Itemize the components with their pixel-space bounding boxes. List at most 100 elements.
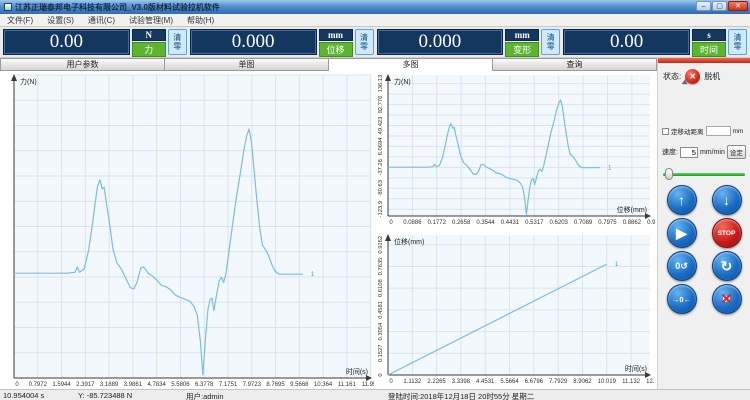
fixed-distance-checkbox[interactable]	[662, 128, 669, 135]
display-row: 0.00 N 力 清零 0.000 mm 位移 清零 0.000 mm 变形 清…	[0, 27, 750, 58]
menu-help[interactable]: 帮助(H)	[180, 15, 221, 26]
speed-input[interactable]	[680, 147, 698, 158]
svg-text:0: 0	[389, 220, 393, 226]
maximize-button[interactable]: ▢	[712, 1, 727, 11]
svg-text:2.3917: 2.3917	[76, 382, 95, 388]
svg-text:92.776: 92.776	[378, 96, 384, 114]
svg-text:-80.63: -80.63	[378, 180, 384, 196]
force-displacement-chart: 00.08860.17720.26580.35440.44310.53170.6…	[374, 71, 655, 229]
jog-up-button[interactable]: ↑	[667, 185, 697, 215]
slider-track	[663, 173, 745, 176]
app-window: 江苏正瑞泰邦电子科技有限公司_V3.0版材料试验拉机软件 – ▢ ✕ 文件(F)…	[0, 0, 750, 400]
run-button[interactable]: ▶	[667, 218, 697, 248]
menu-test-management[interactable]: 试验管理(M)	[122, 15, 180, 26]
time-clear-button[interactable]: 清零	[728, 29, 747, 55]
svg-text:49.423: 49.423	[378, 117, 384, 135]
svg-text:136.13: 136.13	[378, 75, 384, 93]
svg-text:10.364: 10.364	[314, 382, 333, 388]
svg-text:0: 0	[389, 379, 393, 385]
svg-text:-123.9: -123.9	[378, 201, 384, 217]
red-x-icon: ✕	[713, 285, 741, 313]
distance-unit-label: mm	[733, 128, 744, 135]
statusbar-user: 用户:admin	[186, 391, 224, 400]
deformation-clear-button[interactable]: 清零	[541, 29, 560, 55]
svg-text:位移(mm): 位移(mm)	[394, 237, 424, 246]
svg-text:0.7089: 0.7089	[574, 220, 593, 226]
status-bar: 10.954004 s Y: -85.723488 N 用户:admin 登陆时…	[0, 389, 750, 400]
set-speed-button[interactable]: 设定	[727, 145, 746, 159]
zero-position-button[interactable]: →0←	[667, 284, 697, 314]
svg-text:3.3398: 3.3398	[452, 379, 471, 385]
slider-handle[interactable]	[665, 168, 673, 180]
svg-text:0.6203: 0.6203	[550, 220, 569, 226]
speed-label: 速度:	[662, 147, 678, 157]
svg-text:12.245: 12.245	[646, 379, 655, 385]
tab-user-parameters[interactable]: 用户参数	[0, 58, 165, 71]
svg-text:7.9723: 7.9723	[243, 382, 262, 388]
svg-text:0.9162: 0.9162	[378, 236, 384, 254]
svg-text:0.3544: 0.3544	[476, 220, 495, 226]
svg-text:0.1527: 0.1527	[378, 344, 384, 362]
distance-input[interactable]	[706, 126, 731, 136]
cycle-button[interactable]: ↻	[712, 251, 742, 281]
svg-text:0.9748: 0.9748	[647, 220, 655, 226]
deformation-display-group: 0.000 mm 变形 清零	[377, 29, 561, 55]
control-panel: 状态: ✕ 脱机 定移动距离 mm 速度: mm/min 设定 ↑	[657, 58, 750, 389]
clear-zero-button[interactable]: 0I ✕	[712, 284, 742, 314]
svg-text:0.5317: 0.5317	[525, 220, 544, 226]
svg-text:0.4581: 0.4581	[378, 301, 384, 319]
statusbar-login: 登陆时间:2018年12月18日 20时55分 星期二	[388, 391, 534, 400]
svg-text:4.7834: 4.7834	[147, 382, 166, 388]
svg-text:3.9861: 3.9861	[124, 382, 143, 388]
svg-text:9.5668: 9.5668	[290, 382, 309, 388]
app-icon	[4, 3, 12, 11]
menu-file[interactable]: 文件(F)	[0, 15, 40, 26]
svg-text:1.5944: 1.5944	[52, 382, 71, 388]
svg-text:1: 1	[311, 271, 315, 278]
svg-text:8.9062: 8.9062	[573, 379, 592, 385]
svg-text:8.7695: 8.7695	[266, 382, 285, 388]
tab-query[interactable]: 查询	[493, 58, 657, 71]
displacement-label: 位移	[319, 42, 353, 57]
svg-text:0: 0	[378, 373, 384, 376]
svg-text:位移(mm): 位移(mm)	[617, 205, 647, 214]
svg-text:5.5664: 5.5664	[500, 379, 519, 385]
minimize-button[interactable]: –	[696, 1, 711, 11]
force-time-chart: 00.79721.59442.39173.18893.98614.78345.5…	[0, 71, 374, 389]
svg-text:2.2265: 2.2265	[427, 379, 446, 385]
menu-communication[interactable]: 通讯(C)	[81, 15, 122, 26]
svg-text:0.1772: 0.1772	[428, 220, 447, 226]
menu-settings[interactable]: 设置(S)	[40, 15, 81, 26]
displacement-unit: mm	[319, 29, 353, 41]
svg-text:6.3778: 6.3778	[195, 382, 214, 388]
svg-text:1: 1	[608, 165, 612, 172]
speed-slider[interactable]	[658, 167, 750, 180]
svg-text:3.1889: 3.1889	[100, 382, 119, 388]
svg-text:11.132: 11.132	[622, 379, 641, 385]
svg-text:0.6108: 0.6108	[378, 279, 384, 297]
force-display-group: 0.00 N 力 清零	[3, 29, 187, 55]
close-button[interactable]: ✕	[728, 1, 748, 11]
displacement-display-group: 0.000 mm 位移 清零	[190, 29, 374, 55]
svg-text:6.6796: 6.6796	[525, 379, 544, 385]
tab-multi-chart[interactable]: 多图	[329, 58, 493, 71]
svg-text:0.7635: 0.7635	[378, 258, 384, 276]
displacement-clear-button[interactable]: 清零	[355, 29, 374, 55]
svg-text:0.4431: 0.4431	[501, 220, 520, 226]
force-clear-button[interactable]: 清零	[168, 29, 187, 55]
force-value: 0.00	[3, 29, 130, 55]
jog-down-button[interactable]: ↓	[712, 185, 742, 215]
svg-text:7.7929: 7.7929	[549, 379, 568, 385]
stop-button[interactable]: STOP	[712, 218, 742, 248]
svg-text:4.4531: 4.4531	[476, 379, 495, 385]
svg-text:0.3054: 0.3054	[378, 322, 384, 341]
menu-bar: 文件(F) 设置(S) 通讯(C) 试验管理(M) 帮助(H)	[0, 14, 750, 27]
svg-text:0.2658: 0.2658	[452, 220, 471, 226]
time-label: 时间	[692, 42, 726, 57]
svg-text:6.0694: 6.0694	[378, 137, 384, 156]
force-label: 力	[132, 42, 166, 57]
return-zero-button[interactable]: 0↺	[667, 251, 697, 281]
svg-text:力(N): 力(N)	[20, 77, 37, 86]
tab-single-chart[interactable]: 单图	[165, 58, 329, 71]
svg-text:11.161: 11.161	[338, 382, 357, 388]
